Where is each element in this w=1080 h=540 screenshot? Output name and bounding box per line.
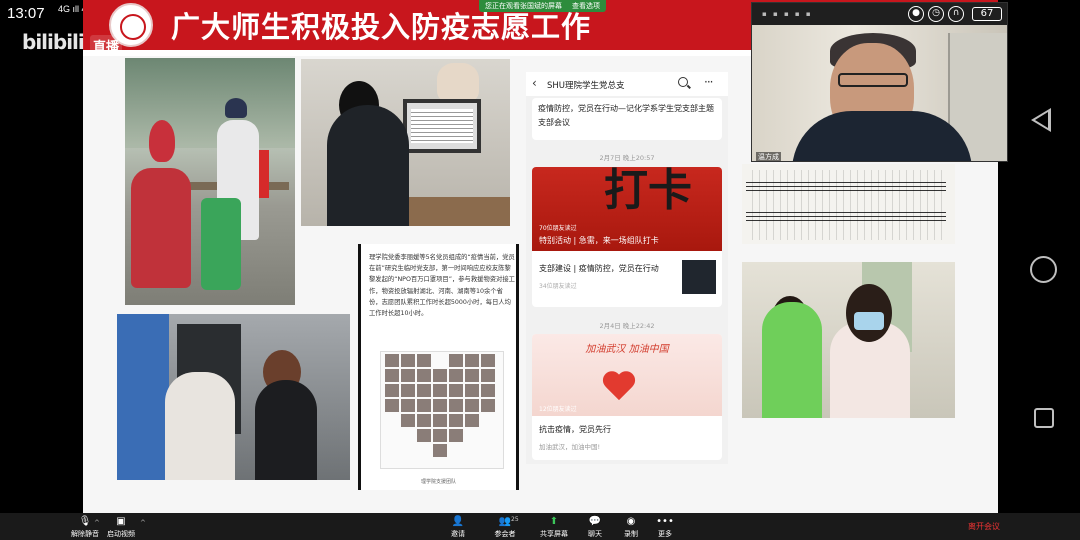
photo-volunteers-street — [125, 58, 295, 305]
bilibili-logo: bilibili — [22, 30, 85, 54]
card-slogan: 加油武汉 加油中国 — [585, 344, 669, 355]
start-video-button[interactable]: ▣ 启动视频 — [96, 516, 146, 539]
wechat-screenshot: ‹ SHU理院学生党总支 ··· 疫情防控，党员在行动—记化学系学生党支部主题支… — [526, 72, 728, 464]
live-badge: 直播 — [90, 35, 123, 56]
sub-article-title: 支部建设 | 疫情防控，党员在行动 — [539, 264, 659, 273]
photo-student-computer — [301, 59, 510, 226]
search-icon — [678, 77, 688, 87]
alarm-icon: ◷ — [928, 6, 944, 22]
timestamp: 2月7日 晚上20:57 — [599, 154, 655, 162]
card-caption: 特别活动 | 急需，来一场组队打卡 — [539, 236, 659, 245]
nav-home-icon[interactable] — [1030, 256, 1057, 283]
video-camera-icon: ▣ — [116, 516, 126, 527]
read-count: 70位朋友读过 — [539, 225, 577, 232]
view-options-button[interactable]: 查看选项 — [572, 1, 600, 11]
lock-icon: ● — [908, 6, 924, 22]
article-title: 疫情防控，党员在行动—记化学系学生党支部主题支部会议 — [538, 104, 714, 127]
photo-sheet-music — [742, 164, 955, 244]
nav-back-icon[interactable] — [1031, 108, 1051, 132]
more-button[interactable]: ••• 更多 — [640, 516, 690, 539]
back-arrow-icon: ‹ — [532, 76, 537, 90]
timestamp: 2月4日 晚上22:42 — [599, 322, 655, 330]
card-glyph: 打卡 — [604, 167, 692, 216]
screen-share-bar[interactable]: 您正在观看张国斌的屏幕 查看选项 — [479, 0, 606, 12]
text-card: 理学院党委李丽媛等5名党员组成的“疫情当前，党员在前”研究生临时党支部，第一时间… — [358, 244, 519, 490]
participant-count: 25 — [511, 516, 519, 523]
participant-name: 温方成 — [756, 152, 781, 161]
leave-meeting-button[interactable]: 离开会议 — [968, 521, 1000, 532]
card-title: 抗击疫情，党员先行 — [539, 425, 611, 434]
heart-icon — [610, 372, 644, 402]
card-subtitle: 加油武汉，加油中国! — [539, 443, 601, 451]
phone-title: SHU理院学生党总支 — [547, 81, 625, 91]
article-card: 加油武汉 加油中国 12位朋友读过 抗击疫情，党员先行 加油武汉，加油中国! — [532, 334, 722, 460]
article-item: 疫情防控，党员在行动—记化学系学生党支部主题支部会议 — [532, 98, 722, 140]
screen-share-status: 您正在观看张国斌的屏幕 — [485, 2, 562, 10]
more-icon: ··· — [704, 75, 714, 89]
heart-photo-collage — [380, 351, 504, 469]
status-time: 13:07 — [7, 5, 45, 22]
article-thumbnail — [682, 260, 716, 294]
photo-masked-students — [742, 262, 955, 418]
participants-button[interactable]: 👥 参会者 — [480, 516, 530, 539]
battery-badge: 67 — [972, 7, 1002, 21]
video-thumbnail[interactable]: ▪ ▪ ▪ ▪ ▪ ● ◷ ∩ 67 温方成 — [751, 2, 1008, 162]
photo-temperature-check — [117, 314, 350, 480]
phone-status-strip: ▪ ▪ ▪ ▪ ▪ ● ◷ ∩ 67 — [752, 3, 1007, 25]
chevron-up-icon[interactable]: ^ — [140, 519, 146, 527]
zoom-meeting-screen: 13:07 4G ıll 4G 广大师生积极投入防疫志愿工作 您正在观看张国斌的… — [0, 0, 1080, 540]
text-card-body: 理学院党委李丽媛等5名党员组成的“疫情当前，党员在前”研究生临时党支部，第一时间… — [369, 254, 515, 318]
read-count: 34位朋友读过 — [539, 283, 577, 290]
collage-caption: 理学院支援团队 — [420, 479, 456, 485]
participants-icon: 👥 — [498, 516, 512, 527]
nav-recents-icon[interactable] — [1034, 408, 1054, 428]
phone-header: ‹ SHU理院学生党总支 ··· — [526, 72, 728, 96]
invite-button[interactable]: 👤 邀请 — [433, 516, 483, 539]
headset-icon: ∩ — [948, 6, 964, 22]
meeting-toolbar: 🎙 解除静音 ^ ▣ 启动视频 ^ 👤 邀请 👥 参会者 25 ⬆ 共享屏幕 💬… — [0, 513, 1080, 540]
read-count: 12位朋友读过 — [539, 406, 577, 413]
article-card: 打卡 70位朋友读过 特别活动 | 急需，来一场组队打卡 支部建设 | 疫情防控… — [532, 167, 722, 307]
more-icon: ••• — [656, 516, 674, 527]
add-person-icon: 👤 — [451, 516, 465, 527]
